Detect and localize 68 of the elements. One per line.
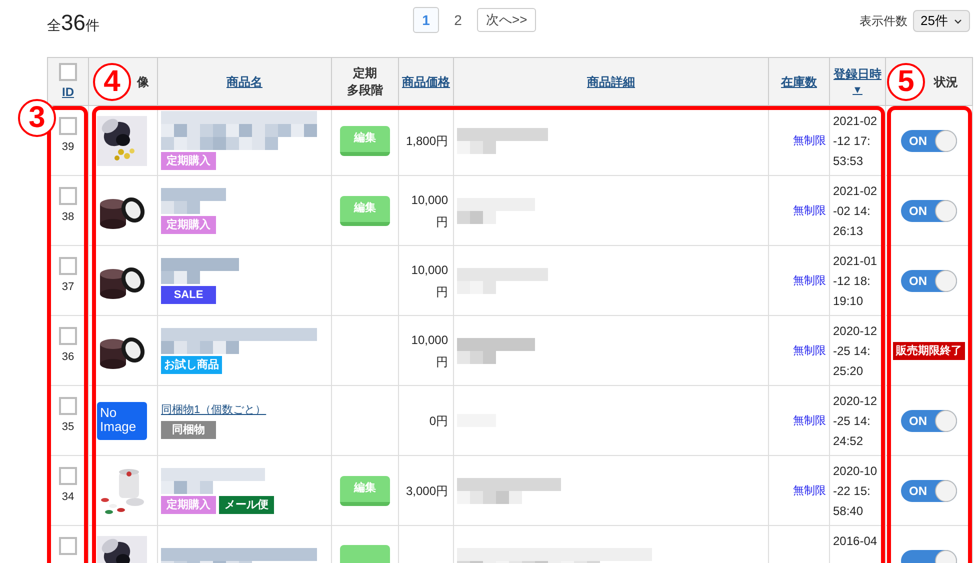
date-text: 2016-04 bbox=[833, 533, 878, 550]
step-number: 3 bbox=[18, 99, 56, 137]
checkbox[interactable] bbox=[59, 397, 77, 415]
toggle-switch[interactable]: ON bbox=[901, 200, 957, 222]
price-text: 10,000円 bbox=[411, 262, 448, 298]
sort-link[interactable]: 在庫数 bbox=[781, 74, 817, 88]
checkbox[interactable] bbox=[59, 537, 77, 555]
toggle-switch[interactable]: ON bbox=[901, 130, 957, 152]
per-page-label: 表示件数 bbox=[860, 13, 908, 30]
total-suffix: 件 bbox=[85, 16, 100, 35]
toggle-switch[interactable]: ON bbox=[901, 410, 957, 432]
chevron-down-icon bbox=[954, 18, 962, 24]
page-link[interactable]: 2 bbox=[445, 7, 471, 33]
checkbox[interactable] bbox=[59, 117, 77, 135]
stock-link[interactable]: 無制限 bbox=[793, 135, 826, 148]
sort-link[interactable]: 商品詳細 bbox=[587, 74, 635, 88]
product-tag: メール便 bbox=[219, 496, 274, 514]
sort-link[interactable]: 商品名 bbox=[226, 74, 262, 88]
id-text: 34 bbox=[62, 490, 74, 505]
checkbox[interactable] bbox=[59, 62, 77, 80]
date-text: 2020-12 -25 14: 25:20 bbox=[833, 323, 878, 380]
redacted-text bbox=[161, 188, 226, 214]
price-text: 10,000円 bbox=[411, 332, 448, 368]
column-header: 状況 bbox=[934, 74, 958, 90]
price-text: 0円 bbox=[429, 414, 448, 428]
toggle-switch[interactable]: ON bbox=[901, 480, 957, 502]
id-text: 35 bbox=[62, 420, 74, 435]
date-text: 2020-12 -25 14: 24:52 bbox=[833, 393, 878, 450]
checkbox[interactable] bbox=[59, 327, 77, 345]
page-link[interactable]: 1 bbox=[413, 7, 439, 33]
column-header: 像 bbox=[137, 74, 149, 90]
column-header: 定期 多段階 bbox=[347, 64, 383, 98]
stock-link[interactable]: 無制限 bbox=[793, 485, 826, 498]
sort-link[interactable]: 登録日時 bbox=[834, 65, 882, 83]
date-text: 2020-10 -22 15: 58:40 bbox=[833, 463, 878, 520]
sort-arrow[interactable]: ▼ bbox=[852, 83, 862, 98]
product-tag: お試し商品 bbox=[161, 356, 222, 374]
product-tag: SALE bbox=[161, 286, 216, 304]
checkbox[interactable] bbox=[59, 187, 77, 205]
id-text: 36 bbox=[62, 350, 74, 365]
toggle-switch[interactable]: ON bbox=[901, 270, 957, 292]
checkbox[interactable] bbox=[59, 467, 77, 485]
date-text: 2021-02 -02 14: 26:13 bbox=[833, 183, 878, 240]
date-text: 2021-02 -12 17: 53:53 bbox=[833, 113, 878, 170]
product-tag: 定期購入 bbox=[161, 216, 216, 234]
product-link[interactable]: 同梱物1（個数ごと） bbox=[161, 402, 266, 419]
expired-label: 販売期限終了 bbox=[893, 342, 965, 360]
stock-link[interactable]: 無制限 bbox=[793, 205, 826, 218]
price-text: 3,000円 bbox=[406, 484, 448, 498]
stock-link[interactable]: 無制限 bbox=[793, 345, 826, 358]
per-page-select[interactable]: 25件 bbox=[912, 10, 970, 32]
date-text: 2021-01 -12 18: 19:10 bbox=[833, 253, 878, 310]
id-text: 38 bbox=[62, 210, 74, 225]
no-image-picture: No Image bbox=[97, 402, 147, 440]
id-text: 39 bbox=[62, 140, 74, 155]
next-page-button[interactable]: 次へ>> bbox=[477, 8, 536, 32]
id-text: 37 bbox=[62, 280, 74, 295]
product-tag: 定期購入 bbox=[161, 496, 216, 514]
sort-link[interactable]: ID bbox=[62, 82, 74, 100]
total-prefix: 全 bbox=[47, 16, 61, 35]
stock-link[interactable]: 無制限 bbox=[793, 275, 826, 288]
product-tag: 定期購入 bbox=[161, 152, 216, 170]
checkbox[interactable] bbox=[59, 257, 77, 275]
total-count: 36 bbox=[61, 9, 86, 37]
price-text: 10,000円 bbox=[411, 192, 448, 228]
price-text: 1,800円 bbox=[406, 134, 448, 148]
stock-link[interactable]: 無制限 bbox=[793, 415, 826, 428]
product-tag: 同梱物 bbox=[161, 420, 216, 439]
